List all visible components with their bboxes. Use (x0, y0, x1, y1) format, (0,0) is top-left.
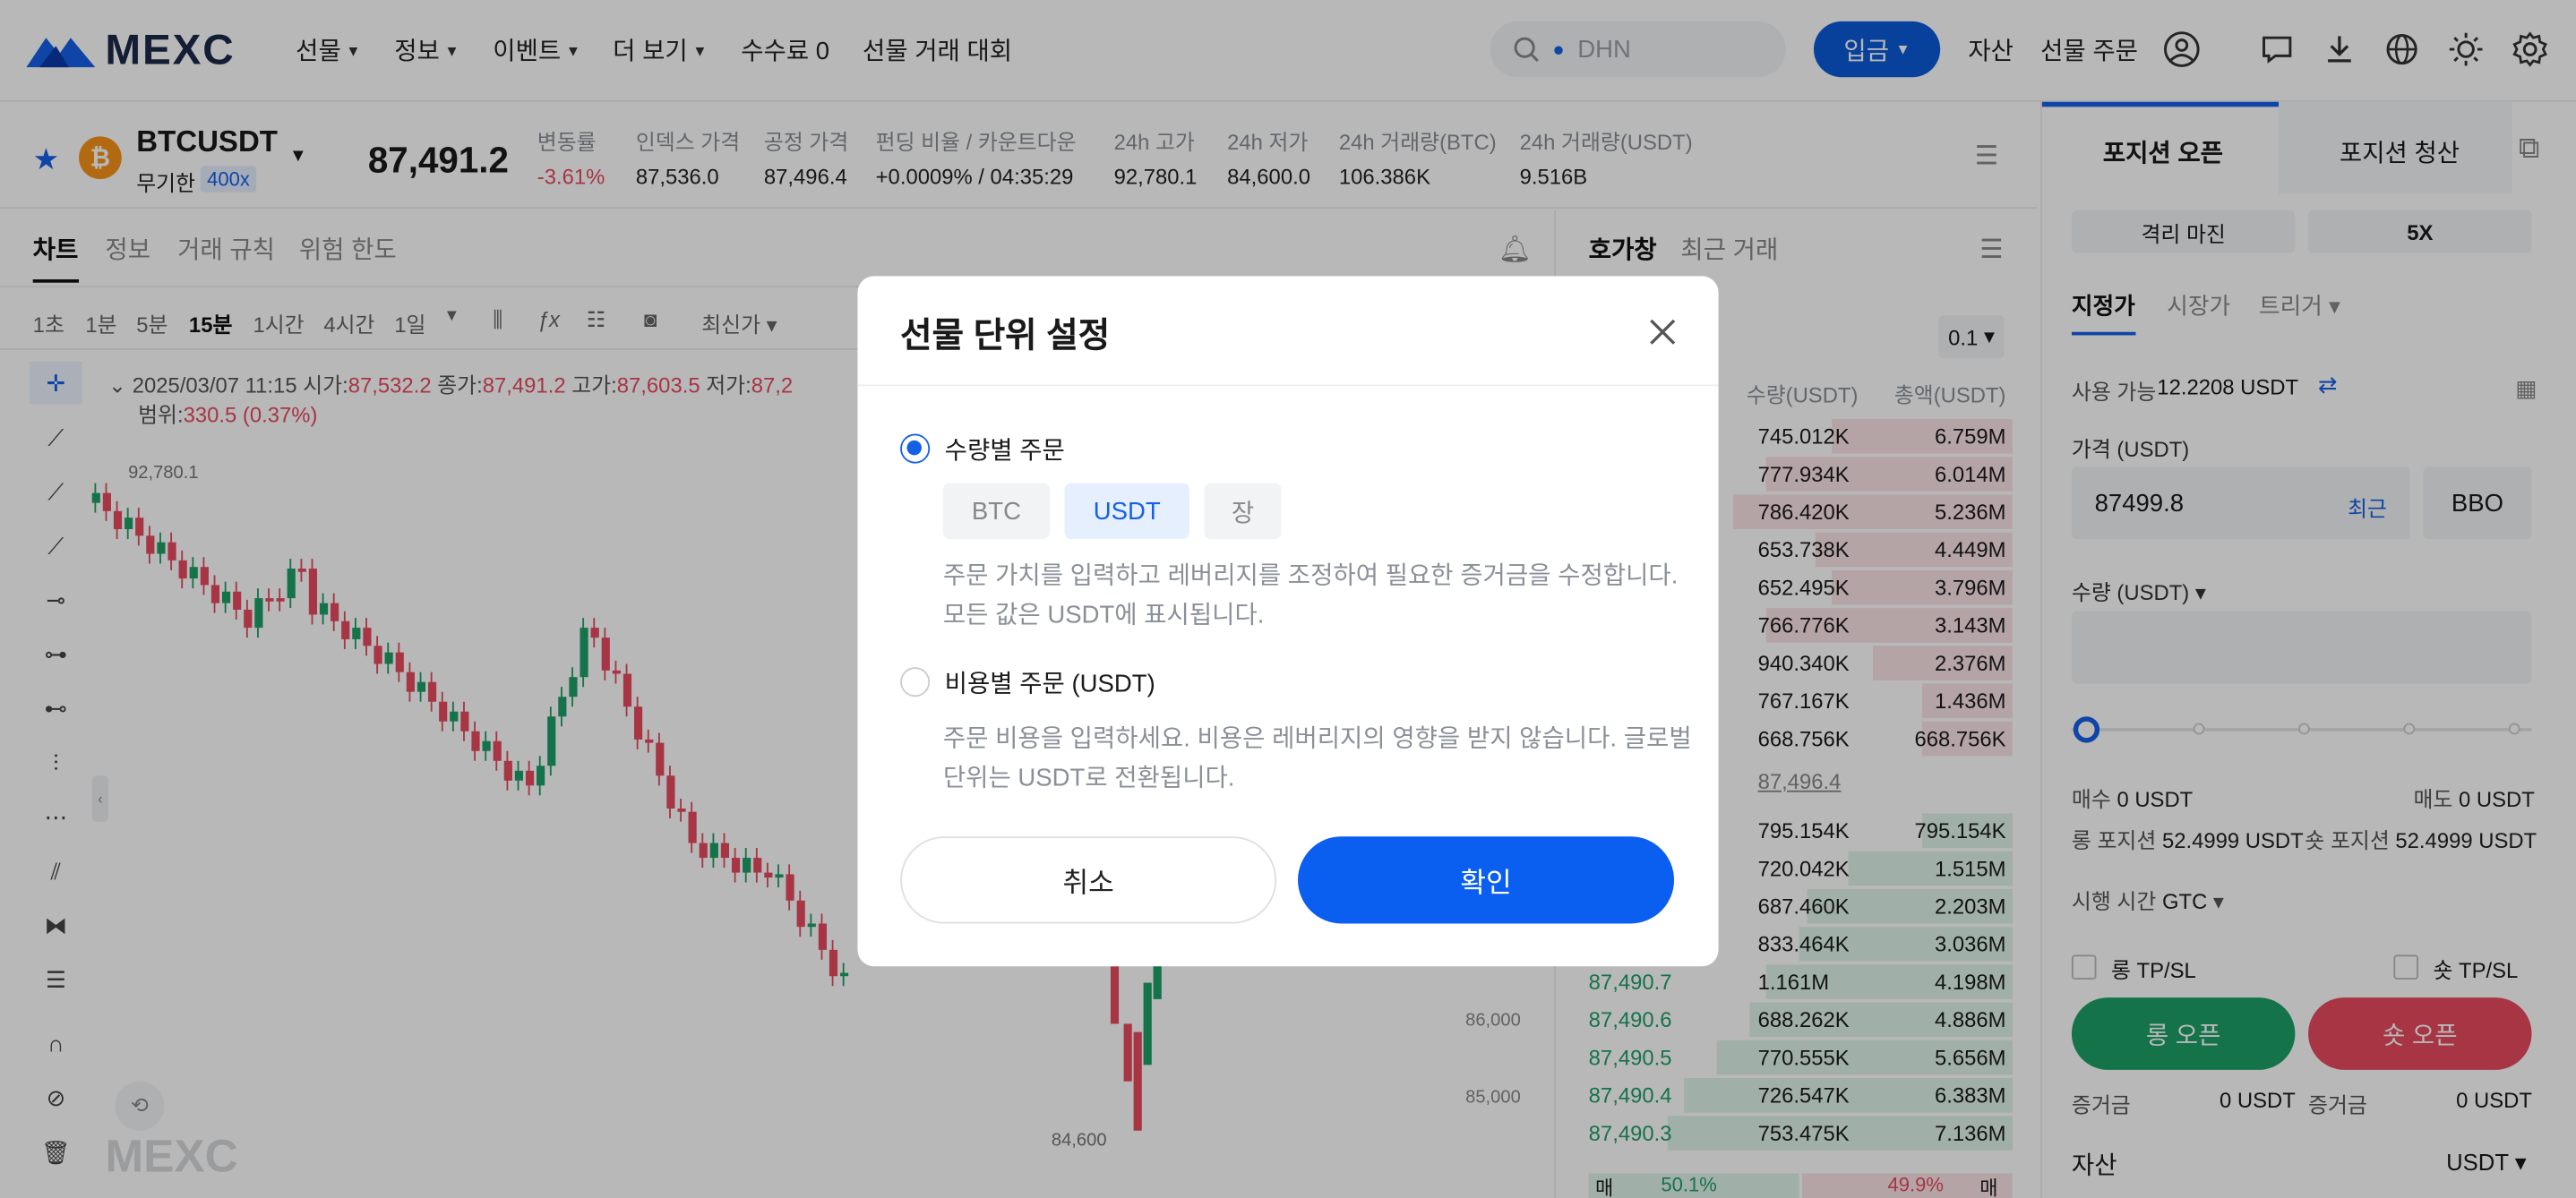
order-by-qty-label[interactable]: 수량별 주문 (945, 432, 1065, 467)
futures-unit-dialog: 선물 단위 설정 수량별 주문 BTC USDT 장 주문 가치를 입력하고 레… (857, 276, 1719, 967)
unit-usdt-chip[interactable]: USDT (1064, 483, 1189, 540)
order-by-qty-radio[interactable] (900, 433, 931, 464)
divider (857, 384, 1719, 387)
cost-description: 주문 비용을 입력하세요. 비용은 레버리지의 영향을 받지 않습니다. 글로벌 (942, 724, 1692, 753)
cancel-button[interactable]: 취소 (900, 836, 1277, 924)
close-icon[interactable] (1648, 317, 1678, 355)
qty-description: 주문 가치를 입력하고 레버리지를 조정하여 필요한 증거금을 수정합니다. (942, 561, 1679, 590)
unit-btc-chip[interactable]: BTC (942, 483, 1051, 540)
order-by-cost-label[interactable]: 비용별 주문 (USDT) (945, 665, 1155, 700)
qty-description-2: 모든 값은 USDT에 표시됩니다. (942, 601, 1265, 629)
unit-contract-chip[interactable]: 장 (1204, 483, 1282, 540)
order-by-cost-radio[interactable] (900, 667, 931, 697)
confirm-button[interactable]: 확인 (1298, 836, 1675, 924)
dialog-title: 선물 단위 설정 (900, 317, 1111, 355)
cost-description-2: 단위는 USDT로 전환됩니다. (942, 764, 1235, 792)
